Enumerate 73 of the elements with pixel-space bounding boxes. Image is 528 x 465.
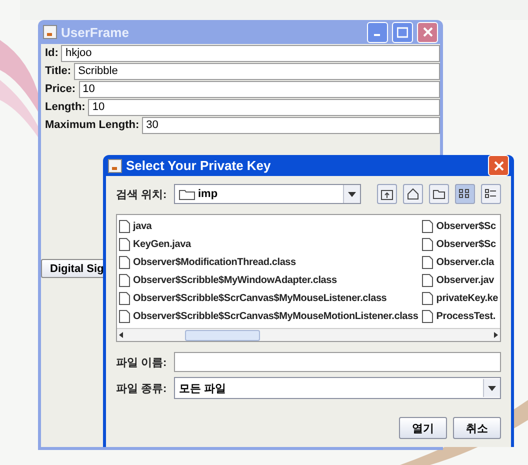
text-field[interactable]: Scribble (74, 62, 440, 80)
file-name[interactable]: KeyGen.java (133, 238, 191, 250)
close-button[interactable] (417, 22, 438, 42)
file-name[interactable]: java (133, 220, 152, 232)
caret-icon (488, 386, 496, 390)
text-field[interactable]: hkjoo (61, 44, 440, 62)
file-icon (119, 310, 130, 322)
file-icon (422, 310, 434, 322)
file-icon (119, 292, 130, 304)
file-list[interactable] (116, 214, 501, 342)
file-name[interactable]: Observer.cla (436, 256, 494, 268)
file-name[interactable]: Observer.jav (436, 274, 494, 286)
close-button[interactable] (488, 155, 509, 176)
field-label: Id: (45, 47, 60, 59)
file-icon (119, 238, 130, 250)
file-icon (119, 220, 130, 232)
caret-icon (348, 192, 356, 196)
file-name-label: 파일 이름: (116, 356, 168, 370)
horizontal-scrollbar[interactable] (117, 328, 500, 341)
left-arrow-icon (117, 331, 125, 339)
file-name[interactable]: Observer$Scribble$ScrCanvas$MyMouseListener.class (133, 292, 387, 304)
up-folder-icon (381, 188, 393, 200)
text-field[interactable]: 10 (88, 98, 440, 116)
field-label: Maximum Length: (45, 119, 140, 131)
list-view-button[interactable] (455, 184, 475, 204)
java-cup-icon (108, 158, 122, 172)
dropdown-arrow-button[interactable] (343, 185, 360, 203)
scroll-thumb[interactable] (185, 330, 260, 340)
open-button[interactable]: 열기 (399, 417, 447, 439)
folder-icon (179, 188, 195, 200)
close-icon (422, 27, 432, 37)
cancel-button[interactable]: 취소 (453, 417, 501, 439)
look-in-label: 검색 위치: (116, 188, 168, 202)
home-icon (407, 188, 419, 200)
field-label: Title: (45, 65, 72, 77)
file-type-label: 파일 종류: (116, 382, 168, 396)
details-list-icon (485, 189, 497, 199)
maximize-icon (397, 26, 408, 38)
file-icon (119, 274, 130, 286)
folder-icon (433, 189, 445, 199)
right-arrow-icon (492, 331, 500, 339)
dropdown-arrow-button[interactable] (483, 379, 500, 397)
file-name[interactable]: privateKey.ke (436, 292, 498, 304)
maximize-button[interactable] (392, 22, 413, 42)
details-view-button[interactable] (481, 184, 501, 204)
file-icon (422, 274, 434, 286)
file-name[interactable]: Observer$ModificationThread.class (133, 256, 296, 268)
field-label: Length: (45, 101, 86, 113)
field-label: Price: (45, 83, 77, 95)
close-icon (494, 160, 504, 170)
file-name[interactable]: ProcessTest. (436, 310, 496, 322)
file-icon (422, 238, 434, 250)
home-button[interactable] (403, 184, 423, 204)
file-name-field[interactable] (174, 352, 501, 372)
up-folder-button[interactable] (377, 184, 397, 204)
file-name[interactable]: Observer$Sc (436, 220, 496, 232)
text-field[interactable]: 30 (142, 116, 440, 134)
file-icon (119, 256, 130, 268)
new-folder-button[interactable] (429, 184, 449, 204)
java-cup-icon (43, 25, 57, 39)
window-title: UserFrame (61, 24, 130, 40)
file-icon (422, 256, 434, 268)
file-icon (422, 292, 434, 304)
file-name[interactable]: Observer$Scribble$MyWindowAdapter.class (133, 274, 337, 286)
text-field[interactable]: 10 (78, 80, 440, 98)
file-name[interactable]: Observer$Scribble$ScrCanvas$MyMouseMotionListener.class (133, 310, 418, 322)
file-name[interactable]: Observer$Sc (436, 238, 496, 250)
grid-icon (459, 189, 471, 199)
file-type-dropdown[interactable]: 모든 파일 (174, 377, 501, 399)
look-in-dropdown[interactable]: imp (174, 184, 361, 204)
file-icon (422, 220, 434, 232)
dialog-title: Select Your Private Key (126, 158, 272, 173)
minimize-button[interactable] (367, 22, 388, 42)
